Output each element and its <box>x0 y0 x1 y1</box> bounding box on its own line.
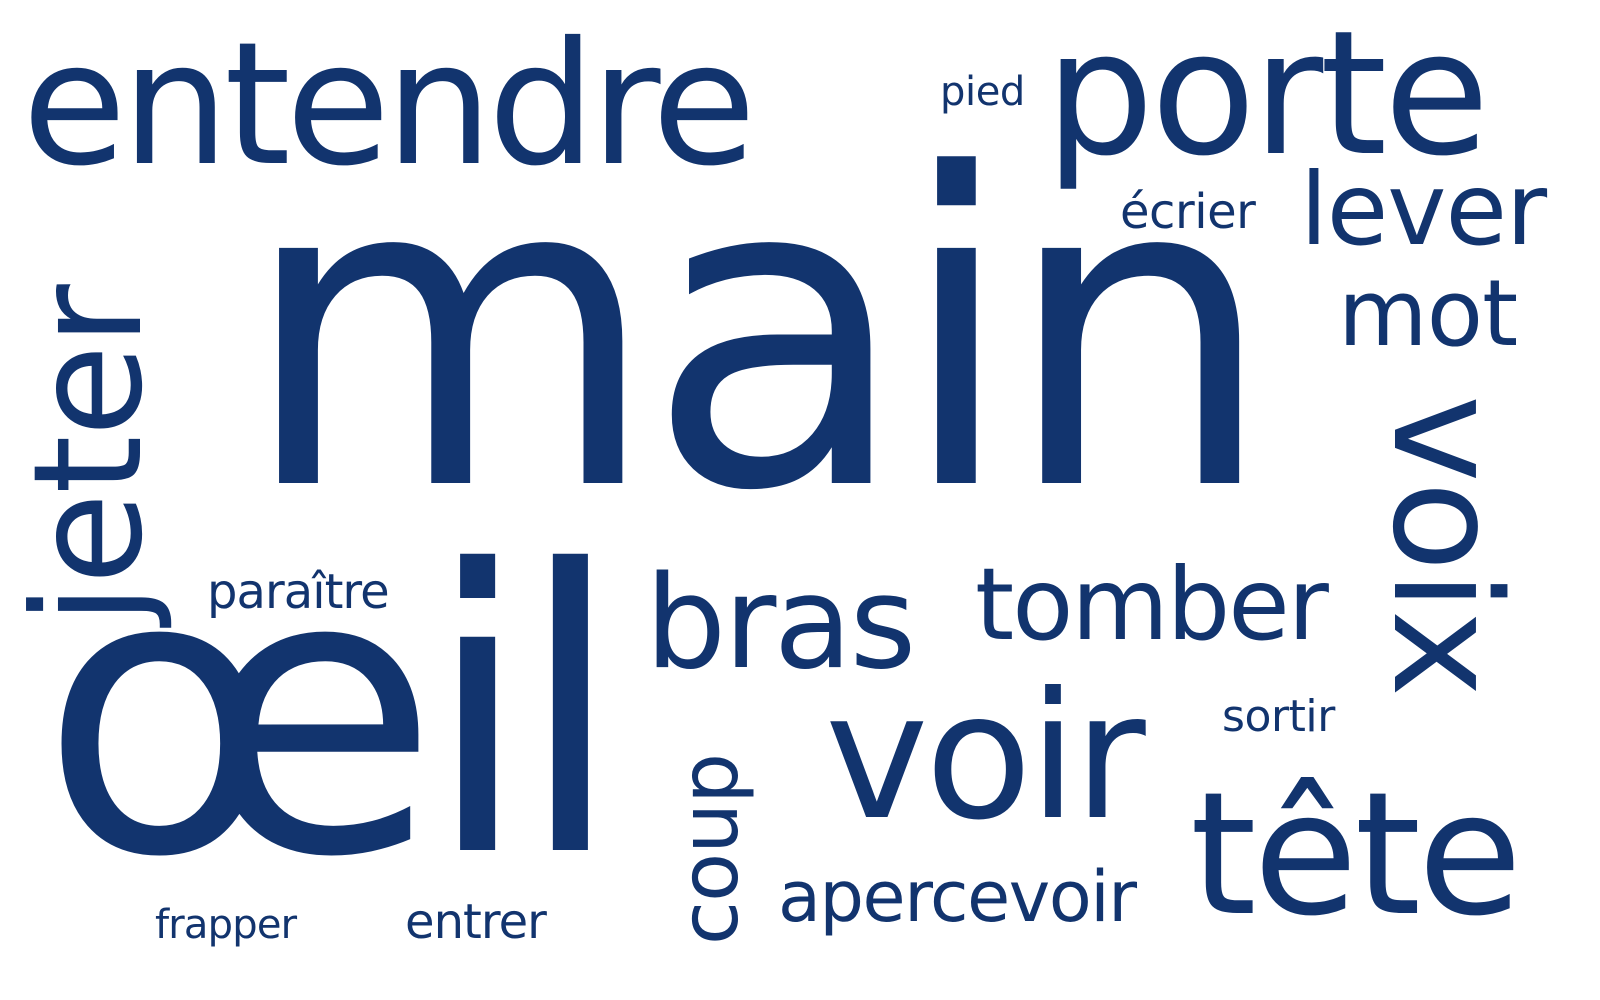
word-apercevoir: apercevoir <box>778 856 1137 938</box>
word-ecrier: écrier <box>1120 184 1256 240</box>
word-entrer: entrer <box>405 894 547 950</box>
word-sortir: sortir <box>1222 691 1335 742</box>
word-entendre: entendre <box>22 6 756 204</box>
word-cloud: main œil entendre porte voir tête voix j… <box>0 0 1600 1000</box>
word-paraitre: paraître <box>207 564 390 620</box>
word-voix: voix <box>1360 395 1532 696</box>
word-coup: coup <box>663 753 756 945</box>
word-frapper: frapper <box>155 902 297 948</box>
word-bras: bras <box>645 549 916 698</box>
word-pied: pied <box>940 69 1025 115</box>
word-jeter: jeter <box>2 285 176 625</box>
word-tomber: tomber <box>975 546 1329 663</box>
word-lever: lever <box>1300 151 1547 268</box>
word-mot: mot <box>1338 260 1518 367</box>
word-tete: tête <box>1190 756 1522 954</box>
